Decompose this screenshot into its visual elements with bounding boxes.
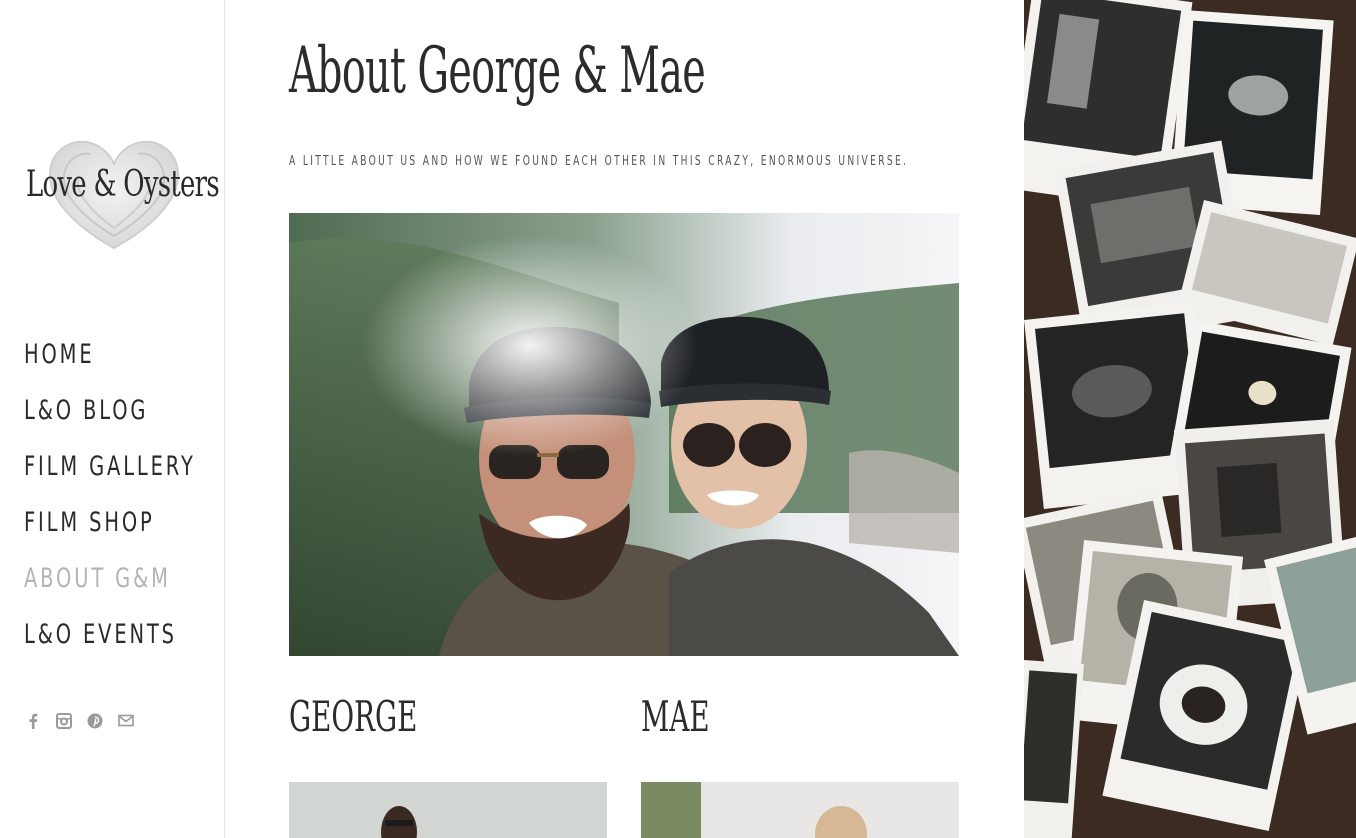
nav-item-blog[interactable]: L&O BLOG [24,386,196,442]
nav-item-events[interactable]: L&O EVENTS [24,610,196,666]
polaroid-collage-photo [1024,0,1356,838]
nav-item-about[interactable]: ABOUT G&M [24,554,196,610]
social-links [24,710,135,732]
mae-photo [641,782,959,838]
logo-text: Love & Oysters [26,164,220,205]
email-icon[interactable] [117,710,135,732]
hero-photo [289,213,959,656]
nav-item-film-gallery[interactable]: FILM GALLERY [24,442,196,498]
sidebar: Love & Oysters HOME L&O BLOG FILM GALLER… [0,0,225,838]
pinterest-icon[interactable] [86,710,104,732]
main-content: About George & Mae A little about us and… [225,0,1024,838]
page-title: About George & Mae [289,34,706,108]
page-subtitle: A little about us and how we found each … [289,154,909,169]
george-heading: GEORGE [289,692,418,741]
facebook-icon[interactable] [24,710,42,732]
george-photo [289,782,607,838]
nav-item-film-shop[interactable]: FILM SHOP [24,498,196,554]
mae-heading: MAE [641,692,710,741]
instagram-icon[interactable] [55,710,73,732]
site-logo[interactable]: Love & Oysters [22,136,220,256]
nav-item-home[interactable]: HOME [24,330,196,386]
